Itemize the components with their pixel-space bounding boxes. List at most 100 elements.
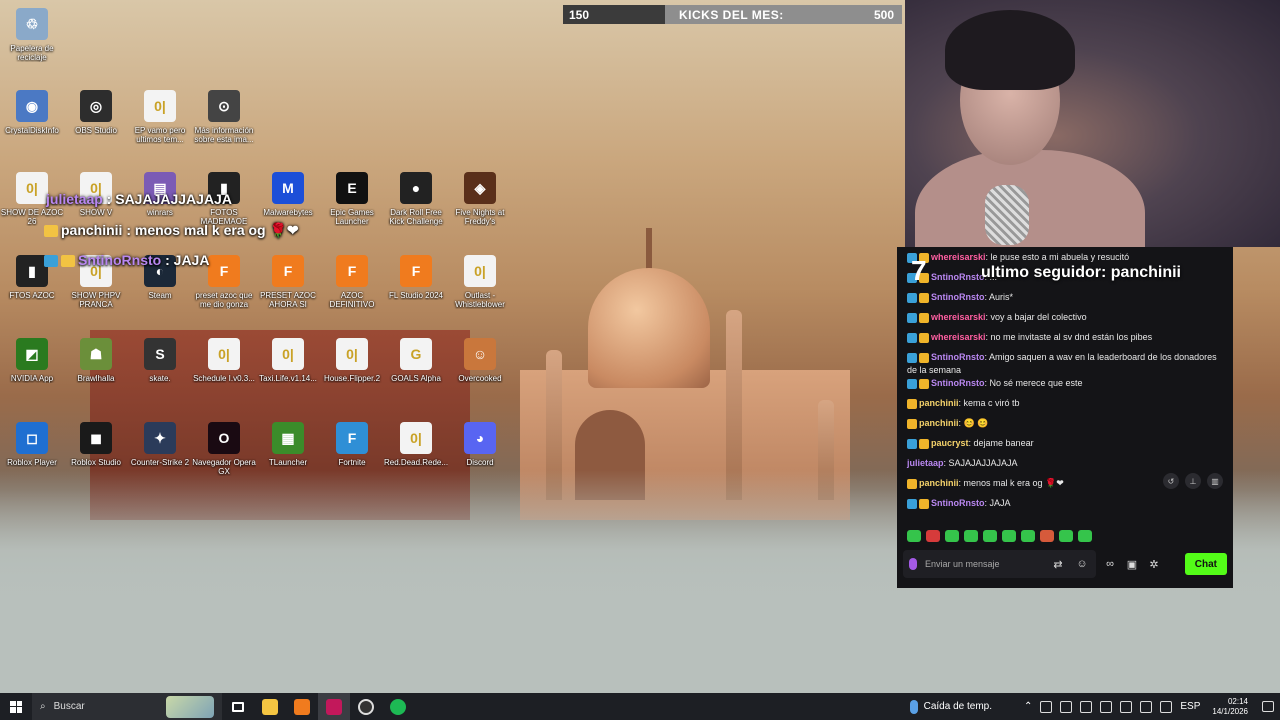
desktop-icon[interactable]: F AZOC DEFINITIVO [320,255,384,309]
weather-widget[interactable]: Caída de temp. [909,699,992,714]
pin-icon[interactable]: ⊥ [1185,473,1201,489]
desktop-icon[interactable]: ● Dark Roll Free Kick Challenge [384,172,448,226]
language-indicator[interactable]: ESP [1180,701,1200,712]
desktop-icon[interactable]: ☺ Overcooked [448,338,512,383]
desktop-icon-label: winrars [147,208,173,217]
kick-app-button[interactable] [318,693,350,720]
delete-icon[interactable]: ▥ [1207,473,1223,489]
file-explorer-button[interactable] [254,693,286,720]
verified-badge-icon [907,332,917,343]
app-icon: 0| [400,422,432,454]
desktop-icon[interactable]: G GOALS Alpha [384,338,448,383]
send-chat-button[interactable]: Chat [1184,553,1227,575]
tray-app-icon[interactable] [1080,700,1093,713]
reply-icon[interactable]: ↺ [1163,473,1179,489]
taskbar-search[interactable]: ⌕ Buscar [32,693,222,720]
desktop-icon[interactable]: ☗ Brawlhalla [64,338,128,383]
network-icon[interactable] [1140,700,1153,713]
obs-button[interactable] [350,693,382,720]
chat-message[interactable]: whereisarski: no me invitaste al sv dnd … [907,331,1225,351]
emoji-icon[interactable]: ☺ [1074,556,1090,572]
tray-app-icon[interactable] [1120,700,1133,713]
desktop-icon[interactable]: F PRESET AZOC AHORA SI [256,255,320,309]
desktop-icon[interactable]: ◕ Discord [448,422,512,467]
emote-icon[interactable] [1040,530,1054,542]
translate-icon[interactable]: ⇄ [1050,556,1066,572]
start-button[interactable] [0,693,32,720]
task-view-button[interactable] [222,693,254,720]
chevron-up-icon[interactable]: ⌃ [1024,701,1032,712]
desktop-icon[interactable]: ◻ Roblox Player [0,422,64,467]
chat-message[interactable]: panchinii: 😊 😊 [907,417,1225,437]
emote-icon[interactable] [926,530,940,542]
emote-icon[interactable] [1021,530,1035,542]
emote-icon[interactable] [907,530,921,542]
tray-app-icon[interactable] [1040,700,1053,713]
emote-icon[interactable] [1078,530,1092,542]
app-icon: ☺ [464,338,496,370]
chat-username[interactable]: panchinii [919,398,959,408]
chat-username[interactable]: whereisarski [931,332,986,342]
desktop-icon[interactable]: ▦ TLauncher [256,422,320,467]
emote-bar [907,530,1092,542]
desktop-icon[interactable]: 0| EP vamo pero ultimos tem... [128,90,192,144]
chat-username[interactable]: paucryst [931,438,969,448]
fl-studio-button[interactable] [286,693,318,720]
notification-icon[interactable] [1262,701,1274,712]
desktop-icon[interactable]: 0| Taxi.Life.v1.14... [256,338,320,383]
chat-message[interactable]: paucryst: dejame banear [907,437,1225,457]
chat-username[interactable]: SntinoRnsto [931,272,985,282]
spotify-button[interactable] [382,693,414,720]
desktop-icon[interactable]: M Malwarebytes [256,172,320,217]
desktop-icon[interactable]: 0| Red.Dead.Rede... [384,422,448,467]
desktop-icon[interactable]: ✦ Counter-Strike 2 [128,422,192,467]
desktop-icon[interactable]: O Navegador Opera GX [192,422,256,476]
chat-message[interactable]: whereisarski: voy a bajar del colectivo [907,311,1225,331]
desktop-icon[interactable]: ◈ Five Nights at Freddy's [448,172,512,226]
chat-message-input[interactable] [925,559,1042,569]
chat-message[interactable]: SntinoRnsto: Amigo saquen a wav en la le… [907,351,1225,377]
emote-icon[interactable] [1059,530,1073,542]
volume-icon[interactable] [1160,700,1173,713]
chat-message[interactable]: SntinoRnsto: Auris* [907,291,1225,311]
emote-icon[interactable] [945,530,959,542]
chat-username[interactable]: SntinoRnsto [931,352,985,362]
desktop-icon[interactable]: Sskate. [128,338,192,383]
tray-app-icon[interactable] [1060,700,1073,713]
tray-app-icon[interactable] [1100,700,1113,713]
desktop-icon[interactable]: 0| House.Flipper.2 [320,338,384,383]
emote-icon[interactable] [1002,530,1016,542]
chat-username[interactable]: panchinii [919,418,959,428]
emote-icon[interactable] [964,530,978,542]
desktop-icon[interactable]: E Epic Games Launcher [320,172,384,226]
desktop-icon[interactable]: ◉ CrystalDiskInfo [0,90,64,135]
desktop-icon[interactable]: 0| Outlast - Whistleblower [448,255,512,309]
chat-username[interactable]: panchinii [919,478,959,488]
clock[interactable]: 02:14 14/1/2026 [1212,697,1248,717]
gift-icon[interactable]: ▣ [1124,556,1140,572]
desktop-icon[interactable]: ◎ OBS Studio [64,90,128,135]
desktop-icon[interactable]: ⊙ Más información sobre esta ima... [192,90,256,144]
chat-username[interactable]: SntinoRnsto [931,378,985,388]
emote-icon[interactable] [983,530,997,542]
chat-message[interactable]: SntinoRnsto: JAJA [907,497,1225,517]
gear-icon[interactable]: ✲ [1146,556,1162,572]
chat-username[interactable]: SntinoRnsto [931,292,985,302]
desktop-icon[interactable]: ◩ NVIDIA App [0,338,64,383]
chat-message[interactable]: panchinii: kema c viró tb [907,397,1225,417]
chat-username[interactable]: SntinoRnsto [931,498,985,508]
desktop-icon[interactable]: 0| Schedule I.v0.3... [192,338,256,383]
chat-message[interactable]: SntinoRnsto: No sé merece que este [907,377,1225,397]
chat-username[interactable]: whereisarski [931,252,986,262]
microphone-icon[interactable] [909,558,917,570]
chat-text: : menos mal k era og 🌹❤ [958,478,1064,488]
chat-username[interactable]: whereisarski [931,312,986,322]
users-icon[interactable]: ∞ [1102,556,1118,572]
desktop-icon[interactable]: ◼ Roblox Studio [64,422,128,467]
desktop-icon[interactable]: F FL Studio 2024 [384,255,448,300]
desktop-icon[interactable]: ♲ Papelera de reciclaje [0,8,64,62]
desktop-icon[interactable]: F Fortnite [320,422,384,467]
chat-username[interactable]: julietaap [907,458,944,468]
desktop-icon-label: Counter-Strike 2 [130,458,190,467]
desktop-icon-label: Five Nights at Freddy's [455,208,505,226]
